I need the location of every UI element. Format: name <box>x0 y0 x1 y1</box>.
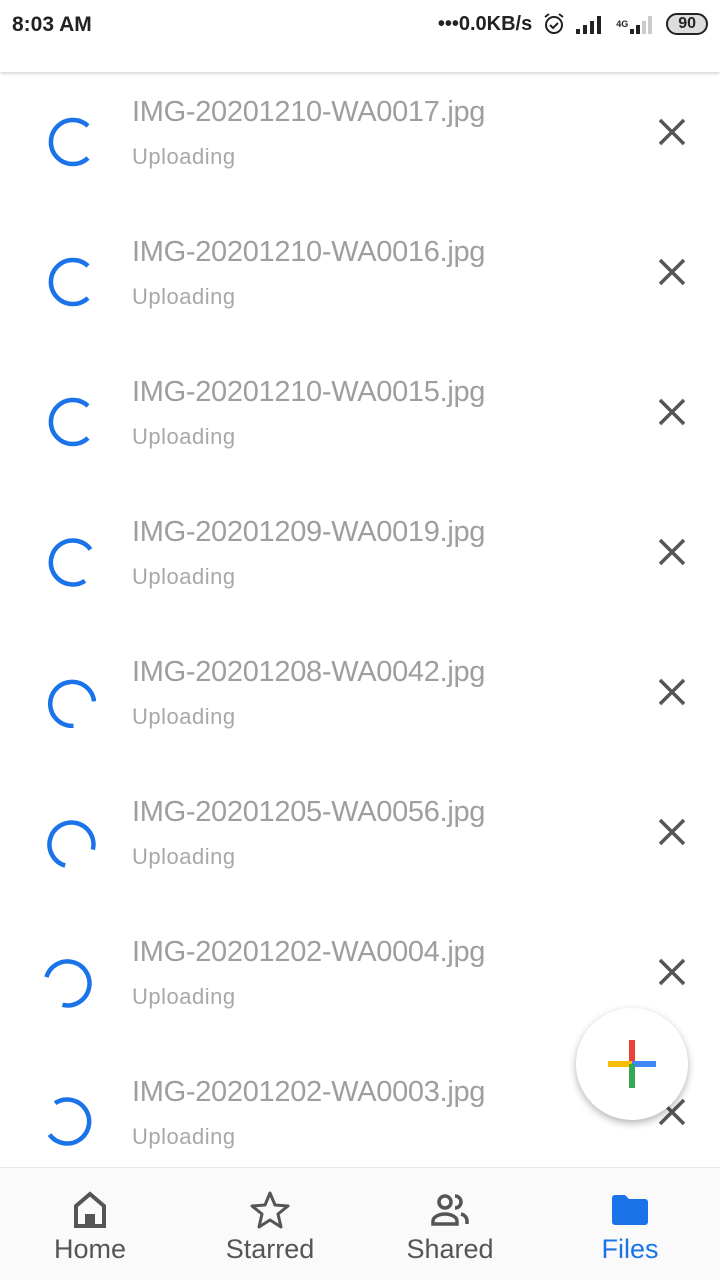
file-name: IMG-20201202-WA0003.jpg <box>132 1076 486 1108</box>
upload-status: Uploading <box>132 564 236 589</box>
upload-row: IMG-20201209-WA0019.jpg Uploading <box>0 492 720 632</box>
tab-home[interactable]: Home <box>0 1168 180 1280</box>
upload-status: Uploading <box>132 984 236 1009</box>
file-name: IMG-20201210-WA0015.jpg <box>132 376 486 408</box>
file-name: IMG-20201202-WA0004.jpg <box>132 936 486 968</box>
cancel-upload-icon[interactable] <box>652 532 692 572</box>
clock: 8:03 AM <box>12 13 92 36</box>
progress-spinner-icon <box>48 117 90 167</box>
upload-status: Uploading <box>132 704 236 729</box>
progress-spinner-icon <box>44 959 92 1008</box>
tab-label: Files <box>601 1234 659 1264</box>
tab-label: Starred <box>225 1234 315 1264</box>
tab-starred[interactable]: Starred <box>180 1168 360 1280</box>
tab-label: Home <box>53 1234 127 1264</box>
progress-spinner-icon <box>48 257 90 307</box>
bottom-navigation: Home Starred Shared Files <box>0 1167 720 1280</box>
cancel-upload-icon[interactable] <box>652 952 692 992</box>
file-name: IMG-20201209-WA0019.jpg <box>132 516 486 548</box>
cancel-upload-icon[interactable] <box>652 672 692 712</box>
star-icon <box>250 1191 290 1229</box>
home-icon <box>74 1191 106 1228</box>
file-name: IMG-20201208-WA0042.jpg <box>132 656 486 688</box>
upload-row: IMG-20201210-WA0017.jpg Uploading <box>0 72 720 212</box>
cancel-upload-icon[interactable] <box>652 812 692 852</box>
signal-weak-icon <box>630 16 653 34</box>
progress-spinner-icon <box>47 820 96 868</box>
upload-row: IMG-20201210-WA0016.jpg Uploading <box>0 212 720 352</box>
cancel-upload-icon[interactable] <box>652 252 692 292</box>
tab-label: Shared <box>406 1234 494 1264</box>
status-bar: 8:03 AM •••0.0KB/s 4G 90 <box>0 0 720 72</box>
progress-spinner-icon <box>47 1097 92 1146</box>
cancel-upload-icon[interactable] <box>652 392 692 432</box>
upload-row: IMG-20201210-WA0015.jpg Uploading <box>0 352 720 492</box>
alarm-icon <box>544 13 564 34</box>
progress-spinner-icon <box>48 679 96 728</box>
battery-indicator: 90 <box>666 13 708 35</box>
upload-status: Uploading <box>132 1124 236 1149</box>
tab-shared[interactable]: Shared <box>360 1168 540 1280</box>
upload-status: Uploading <box>132 424 236 449</box>
upload-row: IMG-20201208-WA0042.jpg Uploading <box>0 632 720 772</box>
folder-icon <box>612 1195 648 1225</box>
upload-row: IMG-20201205-WA0056.jpg Uploading <box>0 772 720 912</box>
upload-status: Uploading <box>132 144 236 169</box>
file-name: IMG-20201210-WA0017.jpg <box>132 96 486 128</box>
progress-spinner-icon <box>48 397 90 447</box>
upload-list: IMG-20201210-WA0017.jpg Uploading IMG-20… <box>0 72 720 1167</box>
upload-status: Uploading <box>132 844 236 869</box>
shared-icon <box>431 1194 469 1226</box>
upload-status: Uploading <box>132 284 236 309</box>
progress-spinner-icon <box>48 538 93 587</box>
network-speed: •••0.0KB/s <box>437 12 533 35</box>
tab-files[interactable]: Files <box>540 1168 720 1280</box>
file-name: IMG-20201210-WA0016.jpg <box>132 236 486 268</box>
signal-icon <box>576 16 602 34</box>
file-name: IMG-20201205-WA0056.jpg <box>132 796 486 828</box>
plus-icon <box>608 1040 656 1088</box>
cancel-upload-icon[interactable] <box>652 112 692 152</box>
new-button[interactable] <box>576 1008 688 1120</box>
network-type: 4G <box>616 19 629 29</box>
